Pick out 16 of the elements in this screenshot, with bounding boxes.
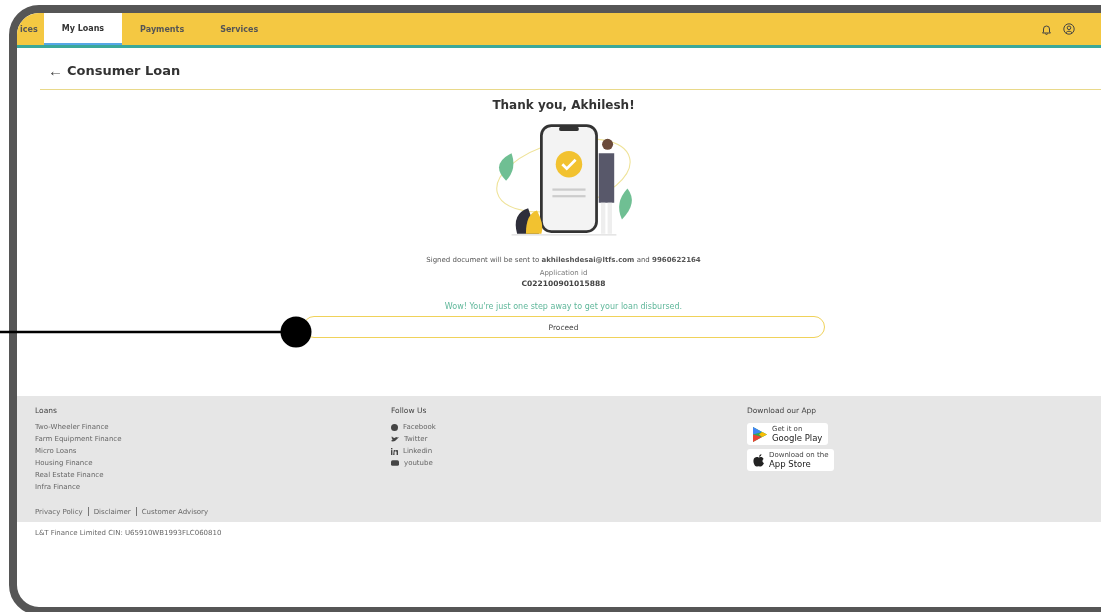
nav-tab[interactable]: My Loans xyxy=(43,13,123,45)
nav-tab[interactable]: ices xyxy=(17,13,44,45)
page-title: Consumer Loan xyxy=(67,63,181,78)
badge-store-name: App Store xyxy=(769,459,812,469)
linkedin-icon xyxy=(391,447,398,455)
youtube-icon xyxy=(391,460,399,466)
bird-icon xyxy=(391,435,399,443)
thank-you-heading: Thank you, Akhilesh! xyxy=(492,98,635,112)
play-triangle-icon xyxy=(753,426,767,442)
bell-icon[interactable] xyxy=(1042,23,1051,35)
nav-tab[interactable]: Payments xyxy=(122,13,203,45)
user-avatar-icon[interactable] xyxy=(1063,23,1075,35)
disbursal-note: Wow! You're just one step away to get your loan disbursed. xyxy=(444,302,683,311)
badge-store-name: Google Play xyxy=(772,433,823,443)
apple-icon xyxy=(753,453,764,467)
nav-tab[interactable]: Services xyxy=(202,13,277,45)
